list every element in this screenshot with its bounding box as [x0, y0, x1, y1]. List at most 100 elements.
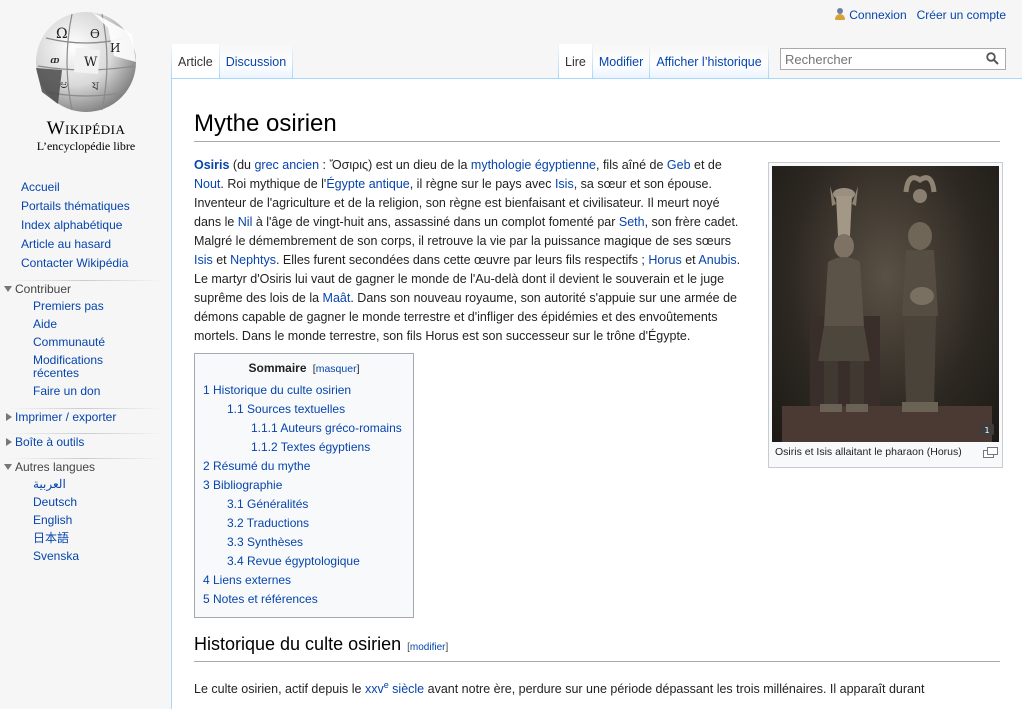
toc-item[interactable]: 3.1 Généralités	[227, 497, 308, 511]
sidebar-item-modifications[interactable]: Modifications récentes	[33, 354, 123, 380]
tab-discussion[interactable]: Discussion	[218, 44, 294, 78]
text: xxv	[364, 682, 384, 696]
collapse-arrow-icon	[4, 286, 12, 292]
puzzle-globe-icon: Ω W И ወ Ѳ য ಅ	[36, 12, 136, 112]
collapse-arrow-icon	[4, 464, 12, 470]
language-link-arabic[interactable]: العربية	[33, 477, 66, 491]
toc-item[interactable]: 1.1.1 Auteurs gréco-romains	[251, 421, 402, 435]
portal-tools: Boîte à outils	[0, 433, 170, 451]
sidebar-item-accueil[interactable]: Accueil	[21, 180, 60, 194]
tab-history[interactable]: Afficher l’historique	[649, 44, 770, 78]
text: à l'âge de vingt-huit ans, assassiné dan…	[252, 215, 619, 229]
personal-tools: Connexion Créer un compte	[834, 8, 1006, 22]
sidebar-item-index[interactable]: Index alphabétique	[21, 218, 122, 232]
toc-item[interactable]: 3.2 Traductions	[227, 516, 309, 530]
toc-hide-link[interactable]: masquer	[316, 363, 357, 375]
sidebar-item-don[interactable]: Faire un don	[33, 384, 100, 398]
portal-contribuer-heading[interactable]: Contribuer	[0, 281, 170, 298]
view-tabs: Lire Modifier Afficher l’historique	[558, 44, 770, 78]
toc-item[interactable]: 3.3 Synthèses	[227, 535, 303, 549]
toc-item[interactable]: 3 Bibliographie	[203, 478, 282, 492]
logo-wordmark: Wikipédia	[46, 118, 126, 139]
svg-text:W: W	[84, 55, 98, 70]
text: (du	[229, 158, 255, 172]
link-geb[interactable]: Geb	[667, 158, 691, 172]
link-nil[interactable]: Nil	[238, 215, 253, 229]
portal-languages: Autres langues العربية Deutsch English 日…	[0, 458, 170, 566]
portal-print: Imprimer / exporter	[0, 408, 170, 426]
link-egypte-antique[interactable]: Égypte antique	[326, 177, 409, 191]
section-edit-link[interactable]: modifier	[410, 642, 446, 653]
text: Le culte osirien, actif depuis le	[194, 682, 365, 696]
tab-edit[interactable]: Modifier	[591, 44, 650, 78]
user-icon	[834, 8, 846, 20]
text: . Elles furent secondées dans cette œuvr…	[275, 253, 649, 267]
link-nephtys[interactable]: Nephtys	[230, 253, 276, 267]
section-heading-text: Historique du culte osirien	[194, 634, 402, 654]
section-heading: Historique du culte osirien [modifier]	[194, 632, 1000, 662]
toc-item[interactable]: 4 Liens externes	[203, 573, 291, 587]
link-osiris[interactable]: Osiris	[194, 158, 229, 172]
image-badge: 1	[984, 426, 989, 435]
language-link-english[interactable]: English	[33, 513, 72, 527]
toc-toggle: [masquer]	[309, 363, 360, 375]
link-xxv-siecle[interactable]: xxve siècle	[364, 680, 424, 696]
toc-title: Sommaire	[248, 361, 307, 375]
login-label: Connexion	[849, 8, 907, 22]
portal-print-heading[interactable]: Imprimer / exporter	[0, 409, 170, 426]
link-horus[interactable]: Horus	[648, 253, 681, 267]
enlarge-icon[interactable]	[983, 447, 998, 458]
link-isis-2[interactable]: Isis	[194, 253, 213, 267]
svg-text:ወ: ወ	[50, 53, 60, 68]
search-input[interactable]	[781, 49, 977, 69]
link-nout[interactable]: Nout	[194, 177, 220, 191]
link-grec-ancien[interactable]: grec ancien	[254, 158, 319, 172]
portal-tools-heading[interactable]: Boîte à outils	[0, 434, 170, 451]
language-link-japanese[interactable]: 日本語	[33, 531, 69, 545]
text: . Roi mythique de l'	[220, 177, 327, 191]
portal-languages-label: Autres langues	[15, 460, 96, 474]
sidebar-item-contact[interactable]: Contacter Wikipédia	[21, 256, 128, 270]
link-isis[interactable]: Isis	[555, 177, 574, 191]
link-mythologie[interactable]: mythologie égyptienne	[471, 158, 596, 172]
sidebar-item-portails[interactable]: Portails thématiques	[21, 199, 130, 213]
sidebar: Accueil Portails thématiques Index alpha…	[0, 178, 170, 566]
portal-languages-heading[interactable]: Autres langues	[0, 459, 170, 476]
section-paragraph: Le culte osirien, actif depuis le xxve s…	[194, 676, 1000, 699]
tab-read[interactable]: Lire	[558, 44, 592, 78]
language-link-german[interactable]: Deutsch	[33, 495, 77, 509]
svg-text:ಅ: ಅ	[60, 77, 68, 91]
sidebar-item-aide[interactable]: Aide	[33, 317, 57, 331]
osiris-isis-statue-image[interactable]: 1	[772, 166, 999, 442]
text: , il règne sur le pays avec	[409, 177, 555, 191]
portal-tools-label: Boîte à outils	[15, 435, 85, 449]
sidebar-item-communaute[interactable]: Communauté	[33, 335, 105, 349]
link-seth[interactable]: Seth	[619, 215, 645, 229]
wikipedia-logo[interactable]: Ω W И ወ Ѳ য ಅ Wikipédia L’encyclopédie l…	[12, 8, 160, 158]
search-icon[interactable]	[986, 52, 999, 65]
tab-article[interactable]: Article	[171, 44, 219, 78]
image-caption-row: Osiris et Isis allaitant le pharaon (Hor…	[772, 442, 999, 458]
text: et	[212, 253, 231, 267]
create-account-link[interactable]: Créer un compte	[917, 8, 1006, 22]
svg-text:И: И	[110, 41, 120, 55]
toc-item[interactable]: 5 Notes et références	[203, 592, 318, 606]
login-link[interactable]: Connexion	[834, 8, 907, 22]
statue-illustration: 1	[782, 175, 994, 442]
language-link-swedish[interactable]: Svenska	[33, 549, 79, 563]
toc-item[interactable]: 3.4 Revue égyptologique	[227, 554, 360, 568]
toc-item[interactable]: 2 Résumé du mythe	[203, 459, 310, 473]
svg-text:Ѳ: Ѳ	[90, 27, 100, 41]
link-anubis[interactable]: Anubis	[698, 253, 736, 267]
toc-item[interactable]: 1 Historique du culte osirien	[203, 383, 351, 397]
link-maat[interactable]: Maât	[323, 291, 351, 305]
toc-item[interactable]: 1.1 Sources textuelles	[227, 402, 345, 416]
svg-text:Ω: Ω	[56, 26, 68, 42]
image-caption: Osiris et Isis allaitant le pharaon (Hor…	[775, 446, 962, 458]
svg-text:য: য	[91, 79, 100, 93]
portal-contribuer-label: Contribuer	[15, 282, 72, 296]
toc-item[interactable]: 1.1.2 Textes égyptiens	[251, 440, 370, 454]
sidebar-item-hasard[interactable]: Article au hasard	[21, 237, 111, 251]
section-edit: [modifier]	[407, 642, 449, 653]
sidebar-item-premiers-pas[interactable]: Premiers pas	[33, 299, 104, 313]
